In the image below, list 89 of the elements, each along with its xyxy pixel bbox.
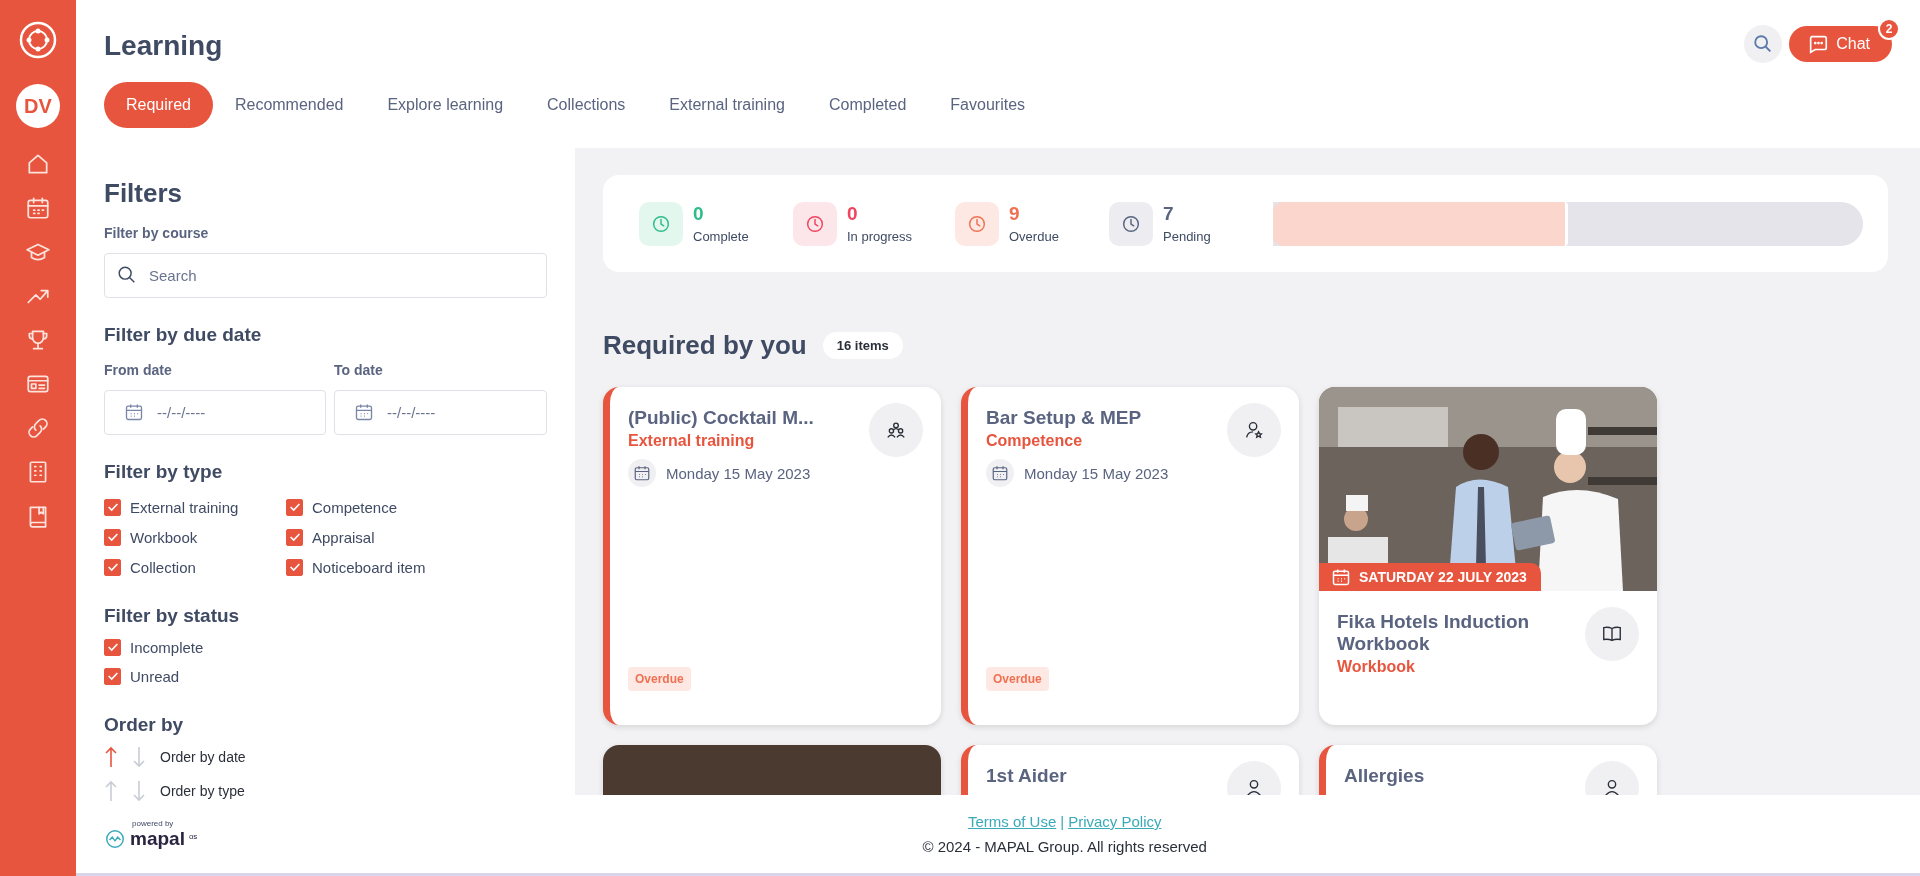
date-field[interactable]: --/--/---- [104,390,326,435]
brand-suffix: os [188,831,198,841]
section-heading: Filter by due date [104,324,263,346]
link-icon[interactable] [25,415,51,441]
checkbox-label: External training [130,498,239,516]
sort-label[interactable]: Order by date [160,749,246,765]
card-title: Bar Setup & MEP [986,407,1142,429]
sort-up-icon[interactable] [104,746,118,768]
wave-icon [104,827,126,850]
clock-icon [639,201,683,246]
checkbox-label: Workbook [130,528,198,546]
separator: | [1060,813,1065,830]
checkbox[interactable] [104,667,121,685]
copyright: © 2024 - MAPAL Group. All rights reserved [922,838,1207,855]
clock-icon [793,201,837,246]
logo-icon [18,20,58,60]
card-type: External training [628,431,756,450]
stat-value: 0 [847,203,859,225]
card-type: Competence [986,431,1084,450]
tab[interactable]: Completed [806,82,929,128]
tab[interactable]: Recommended [212,82,366,128]
course-card[interactable]: (Public) Cocktail M... External training Monday 15 May 2023 Overdue [603,387,941,725]
calendar-icon [986,459,1014,487]
card-title: (Public) Cocktail M... [628,407,814,429]
chat-icon [1807,33,1830,55]
sort-label[interactable]: Order by type [160,783,245,799]
card-type: Workbook [1337,657,1416,676]
stat-label: Complete [693,229,749,244]
card-title: 1st Aider [986,765,1067,787]
checkbox-label: Unread [130,667,180,685]
powered-by-text: powered by [132,818,175,828]
brand-name: mapal [130,827,185,850]
checkbox[interactable] [104,528,121,546]
section-heading: Filter by type [104,461,224,483]
clock-icon [1109,201,1153,246]
stat-value: 0 [693,203,705,225]
field-label: From date [104,362,173,378]
due-date: Monday 15 May 2023 [1024,464,1169,482]
tab[interactable]: External training [647,82,807,128]
card-title: Allergies [1344,765,1425,787]
search-button[interactable] [1744,25,1783,63]
tab[interactable]: Explore learning [365,82,526,128]
checkbox-label: Incomplete [130,638,204,656]
checkbox-label: Competence [312,498,398,516]
field-label: Filter by course [104,225,210,241]
item-count: 16 items [822,332,903,359]
tab[interactable]: Collections [525,82,648,128]
notification-badge: 2 [1878,18,1900,40]
date-field[interactable]: --/--/---- [334,390,547,435]
stat-value: 7 [1163,203,1175,225]
calendar-icon [124,402,144,422]
avatar[interactable]: DV [16,84,60,128]
stat-label: Pending [1163,229,1211,244]
date-badge: SATURDAY 22 JULY 2023 [1319,563,1541,591]
clock-icon [955,201,999,246]
search-icon [116,264,138,286]
section-title: Required by you [603,330,807,361]
section-heading: Order by [104,714,185,736]
checkbox-label: Noticeboard item [312,558,426,576]
checkbox[interactable] [286,498,303,516]
checkbox[interactable] [286,558,303,576]
trophy-icon[interactable] [25,327,51,353]
calendar-icon [628,459,656,487]
search-field[interactable]: Search [104,253,547,298]
card-title: Fika Hotels Induction Workbook [1337,611,1531,655]
status-tag: Overdue [986,667,1049,691]
tab[interactable]: Favourites [928,82,1048,128]
course-card[interactable]: Allergies [1319,745,1657,795]
page-title: Learning [104,30,223,62]
checkbox[interactable] [104,558,121,576]
course-card[interactable]: SATURDAY 22 JULY 2023 Fika Hotels Induction Workbook Workbook [1319,387,1657,725]
filters-heading: Filters [104,178,184,209]
course-card[interactable]: Bar Setup & MEP Competence Monday 15 May 2023 Overdue [961,387,1299,725]
stat-value: 9 [1009,203,1021,225]
checkbox-label: Collection [130,558,196,576]
checkbox[interactable] [104,638,121,656]
checkbox[interactable] [286,528,303,546]
tab[interactable]: Required [104,82,213,128]
course-card[interactable]: 1st Aider [961,745,1299,795]
calendar-icon[interactable] [25,195,51,221]
section-heading: Filter by status [104,605,241,627]
field-label: To date [334,362,384,378]
status-tag: Overdue [628,667,691,691]
stat-label: Overdue [1009,229,1059,244]
due-date: Monday 15 May 2023 [666,464,811,482]
stat-label: In progress [847,229,913,244]
checkbox[interactable] [104,498,121,516]
checkbox-label: Appraisal [312,528,375,546]
calendar-icon [354,402,374,422]
